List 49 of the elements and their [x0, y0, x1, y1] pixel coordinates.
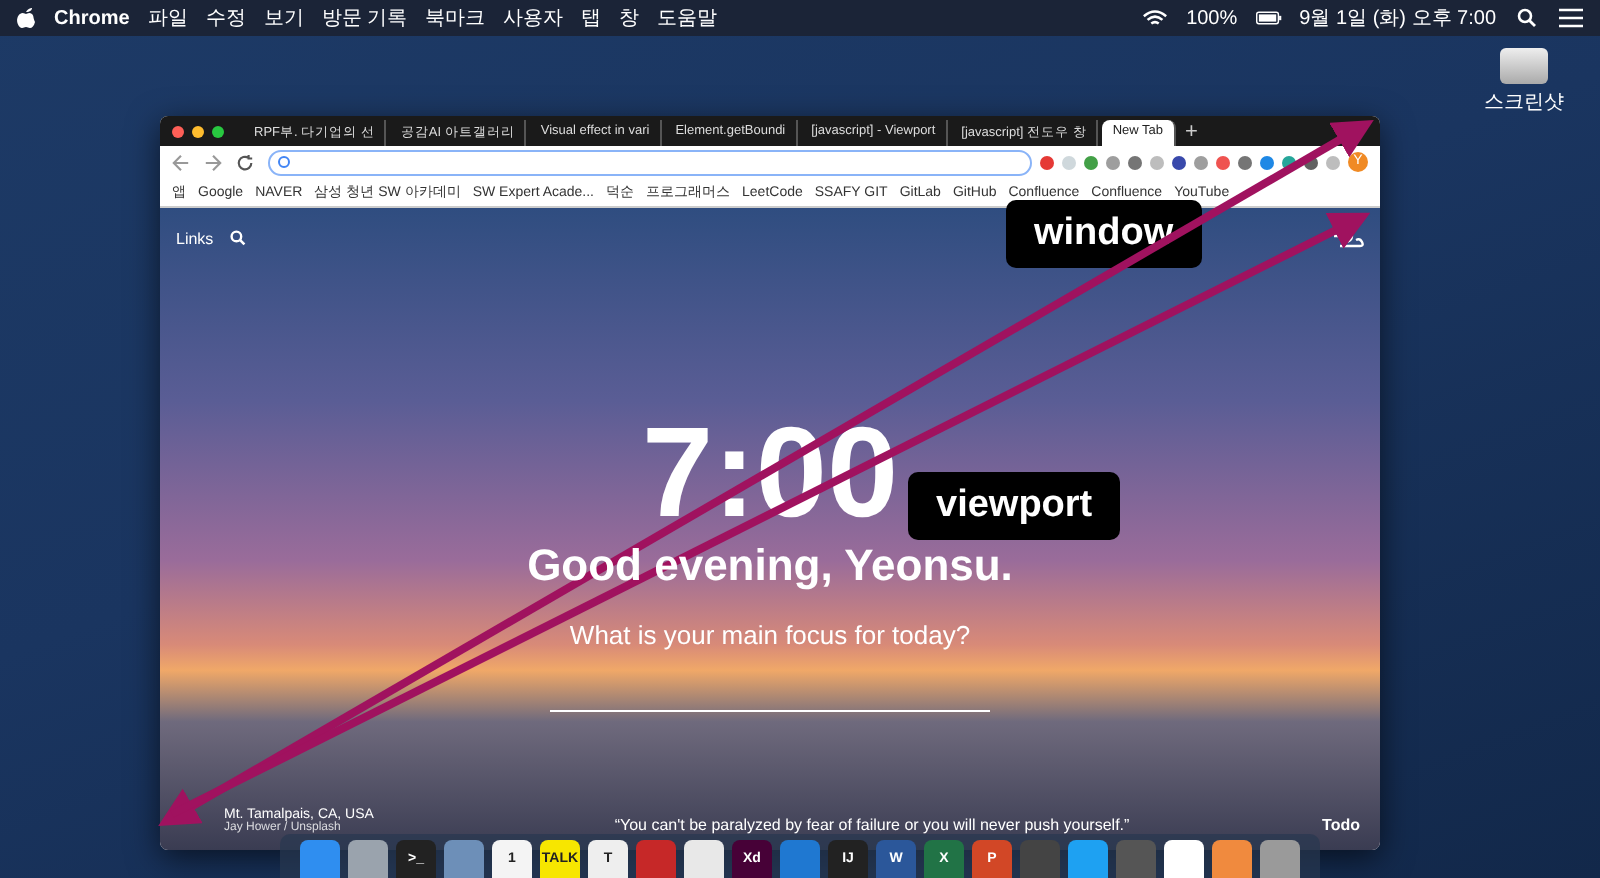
new-tab-button[interactable]: + — [1185, 119, 1198, 143]
address-bar[interactable] — [268, 149, 1032, 175]
annotation-tooltip: window — [1006, 200, 1202, 268]
menu-item[interactable]: 탭 — [581, 4, 602, 32]
focus-question: What is your main focus for today? — [569, 620, 971, 650]
annotation-tooltip: viewport — [908, 472, 1121, 540]
menu-item[interactable]: 파일 — [147, 4, 188, 32]
search-icon[interactable] — [229, 230, 246, 246]
menu-item[interactable]: 사용자 — [503, 4, 564, 32]
forward-arrow-icon[interactable] — [204, 153, 222, 171]
menu-item[interactable]: 창 — [619, 4, 640, 32]
menu-item[interactable]: 방문 기록 — [321, 4, 408, 32]
menu-clock[interactable]: 9월 1일 (화) 오후 7:00 — [1299, 4, 1496, 32]
list-icon[interactable] — [1558, 8, 1584, 28]
quote-text: “You can't be paralyzed by fear of failure or you will never push yourself.” — [612, 816, 1132, 834]
extension-icon[interactable] — [1260, 155, 1274, 169]
reload-icon[interactable] — [236, 153, 254, 171]
app-icon[interactable] — [1212, 840, 1252, 878]
app-icon[interactable] — [348, 840, 388, 878]
menu-item[interactable]: 수정 — [205, 4, 246, 32]
app-icon[interactable] — [684, 840, 724, 878]
minimize-button[interactable] — [192, 125, 204, 137]
search-icon[interactable] — [1514, 8, 1540, 28]
wifi-icon[interactable] — [1142, 8, 1169, 28]
extension-icon[interactable] — [1172, 155, 1186, 169]
desktop-icon-label[interactable]: 스크린샷 — [1484, 88, 1564, 116]
extension-icon[interactable] — [1128, 155, 1142, 169]
extension-icon[interactable] — [1084, 155, 1098, 169]
google-icon — [278, 156, 290, 168]
battery-icon[interactable] — [1255, 8, 1282, 28]
app-icon[interactable] — [1068, 840, 1108, 878]
app-icon[interactable] — [300, 840, 340, 878]
links-button[interactable]: Links — [176, 229, 214, 247]
close-button[interactable] — [172, 125, 184, 137]
app-icon[interactable] — [1260, 840, 1300, 878]
back-arrow-icon[interactable] — [172, 153, 190, 171]
app-icon[interactable] — [1164, 840, 1204, 878]
extension-icon[interactable] — [1040, 155, 1054, 169]
drive-icon[interactable] — [1500, 48, 1548, 84]
battery-percentage[interactable]: 100% — [1186, 7, 1238, 29]
todo-button[interactable]: Todo — [1240, 816, 1360, 834]
apple-logo-icon[interactable] — [16, 6, 36, 30]
extension-icon[interactable] — [1238, 155, 1252, 169]
app-menu[interactable]: Chrome — [54, 7, 130, 29]
menu-item[interactable]: 보기 — [263, 4, 304, 32]
menu-item[interactable]: 도움말 — [657, 4, 718, 32]
maximize-button[interactable] — [212, 125, 224, 137]
menu-item[interactable]: 북마크 — [425, 4, 486, 32]
extension-icon[interactable] — [1216, 155, 1230, 169]
